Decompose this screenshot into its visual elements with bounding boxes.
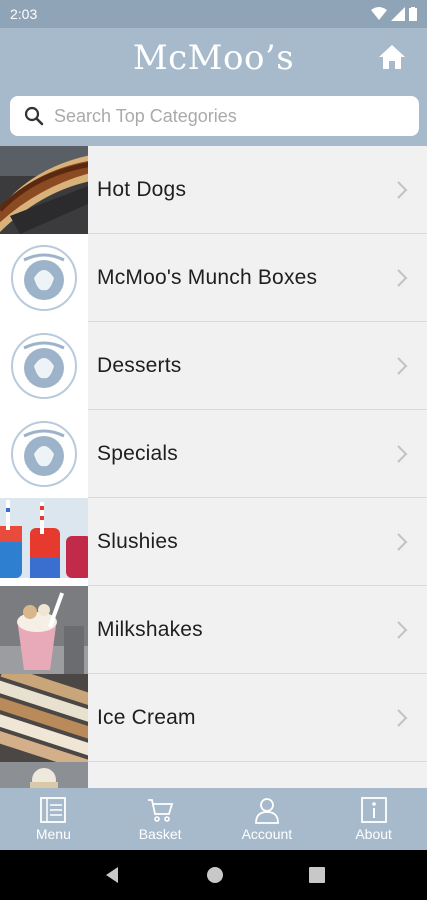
mcmoos-logo-thumbnail (0, 233, 88, 322)
category-label: Desserts (97, 353, 182, 377)
chevron-right-icon (387, 356, 417, 376)
nav-basket[interactable]: Basket (107, 788, 214, 850)
wifi-icon (371, 7, 387, 20)
battery-icon (409, 7, 417, 21)
nav-menu[interactable]: Menu (0, 788, 107, 850)
category-row-specials[interactable]: Specials (0, 409, 427, 498)
status-bar: 2:03 (0, 0, 427, 28)
nav-account[interactable]: Account (214, 788, 321, 850)
category-list: Hot Dogs McMoo's Munch Boxes Desserts Sp… (0, 146, 427, 788)
bottom-nav: Menu Basket Account About (0, 788, 427, 850)
status-time: 2:03 (10, 6, 38, 22)
home-circle-icon[interactable] (206, 866, 224, 884)
category-label: Hot Dogs (97, 177, 187, 201)
category-row-ice-cream[interactable]: Ice Cream (0, 673, 427, 762)
search-bar[interactable] (10, 96, 419, 136)
hot-dog-thumbnail (0, 146, 88, 234)
search-input[interactable] (54, 105, 394, 127)
chevron-right-icon (387, 268, 417, 288)
nav-about[interactable]: About (320, 788, 427, 850)
basket-icon (148, 799, 174, 822)
milkshake-thumbnail (0, 585, 88, 674)
brand-title: McMoo’s (132, 38, 295, 78)
category-row-slushies[interactable]: Slushies (0, 497, 427, 586)
app-header: McMoo’s (0, 28, 427, 146)
category-row-partial[interactable] (0, 761, 427, 788)
category-row-desserts[interactable]: Desserts (0, 321, 427, 410)
category-label: Specials (97, 441, 178, 465)
mcmoos-logo-thumbnail (0, 409, 88, 498)
chevron-right-icon (387, 180, 417, 200)
category-label: Slushies (97, 529, 178, 553)
nav-account-label: Account (241, 826, 293, 842)
chevron-right-icon (387, 620, 417, 640)
category-row-hot-dogs[interactable]: Hot Dogs (0, 146, 427, 234)
chevron-right-icon (387, 532, 417, 552)
partial-thumbnail (0, 761, 88, 788)
signal-icon (391, 7, 405, 21)
nav-menu-label: Menu (35, 826, 71, 842)
category-label: McMoo's Munch Boxes (97, 265, 318, 289)
ice-cream-thumbnail (0, 673, 88, 762)
status-icons (371, 7, 417, 21)
system-nav-bar (0, 850, 427, 900)
recents-icon[interactable] (308, 867, 325, 883)
account-icon (254, 798, 279, 824)
category-row-milkshakes[interactable]: Milkshakes (0, 585, 427, 674)
chevron-right-icon (387, 708, 417, 728)
info-icon (360, 797, 387, 823)
category-row-munch-boxes[interactable]: McMoo's Munch Boxes (0, 233, 427, 322)
nav-basket-label: Basket (138, 826, 182, 842)
search-icon (24, 106, 44, 126)
slushies-thumbnail (0, 497, 88, 586)
mcmoos-logo-thumbnail (0, 321, 88, 410)
nav-about-label: About (355, 826, 392, 842)
home-icon[interactable] (377, 42, 407, 72)
back-icon[interactable] (103, 866, 121, 884)
category-label: Ice Cream (97, 705, 196, 729)
category-label: Milkshakes (97, 617, 203, 641)
chevron-right-icon (387, 444, 417, 464)
menu-icon (40, 797, 67, 823)
